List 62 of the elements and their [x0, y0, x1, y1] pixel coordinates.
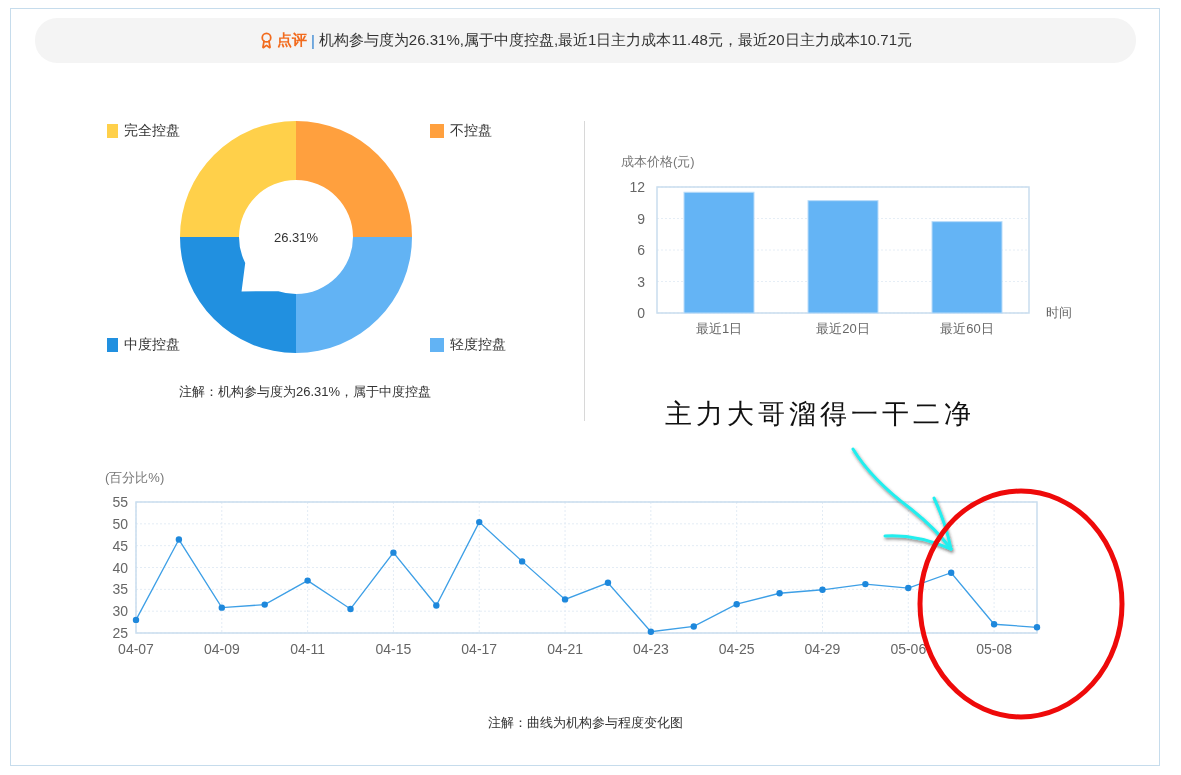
summary-text: 机构参与度为26.31%,属于中度控盘,最近1日主力成本11.48元，最近20日主力成本10.71元 [318, 31, 913, 50]
review-label: 点评 [276, 31, 307, 50]
data-point [1033, 624, 1041, 631]
data-point [776, 590, 783, 597]
tick-label: 0 [637, 305, 645, 321]
tick-label: 04-07 [118, 641, 154, 657]
data-point [948, 569, 955, 576]
data-point [690, 623, 697, 630]
tick-label: 6 [637, 242, 645, 258]
data-point [561, 596, 569, 603]
legend-label: 中度控盘 [124, 336, 180, 354]
data-point [518, 558, 526, 565]
chart-note: 注解：曲线为机构参与程度变化图 [486, 714, 684, 732]
tick-label: 9 [637, 210, 645, 227]
data-point [304, 577, 311, 584]
tick-label: 55 [112, 494, 128, 510]
tick-label: 04-11 [290, 641, 325, 657]
axis-title: 成本价格(元) [621, 154, 695, 169]
tick-label: 40 [112, 559, 128, 576]
tick-label: 25 [112, 625, 128, 641]
tick-label: 04-17 [461, 641, 498, 657]
data-point [647, 628, 655, 635]
data-point [433, 602, 440, 609]
tick-label: 12 [629, 179, 645, 195]
center-label: 26.31% [273, 230, 319, 245]
data-point [476, 518, 483, 526]
tick-label: 04-23 [632, 641, 669, 657]
tick-label: 04-21 [547, 641, 583, 657]
data-point [347, 605, 354, 613]
data-point [261, 601, 268, 608]
axis-title: (百分比%) [105, 470, 165, 485]
tick-label: 04-29 [804, 641, 841, 657]
legend-label: 轻度控盘 [450, 336, 506, 354]
category-label: 最近60日 [940, 321, 994, 336]
data-point [390, 549, 397, 556]
data-point [862, 580, 869, 588]
tick-label: 30 [112, 603, 128, 620]
axis-title: 时间 [1046, 305, 1072, 320]
tick-label: 05-06 [890, 641, 927, 657]
legend-label: 不控盘 [450, 122, 492, 140]
tick-label: 05-08 [976, 641, 1012, 657]
category-label: 最近1日 [695, 321, 743, 336]
tick-label: 45 [112, 537, 128, 554]
category-label: 最近20日 [816, 321, 870, 336]
tick-label: 04-09 [203, 641, 240, 657]
data-point [990, 621, 998, 628]
data-point [175, 536, 183, 543]
data-point [604, 579, 612, 586]
tick-label: 3 [637, 273, 645, 290]
separator: | [310, 32, 315, 49]
data-point [733, 601, 740, 608]
tick-label: 04-25 [718, 641, 755, 657]
chart-note: 注解：机构参与度为26.31%，属于中度控盘 [179, 383, 432, 401]
legend-label: 完全控盘 [124, 122, 180, 140]
data-point [905, 584, 912, 592]
handwritten-caption: 主力大哥溜得一干二净 [665, 398, 975, 431]
data-point [819, 586, 826, 593]
data-point [132, 616, 140, 624]
tick-label: 04-15 [375, 641, 412, 657]
tick-label: 50 [112, 515, 128, 532]
tick-label: 35 [112, 581, 128, 598]
data-point [218, 604, 225, 611]
